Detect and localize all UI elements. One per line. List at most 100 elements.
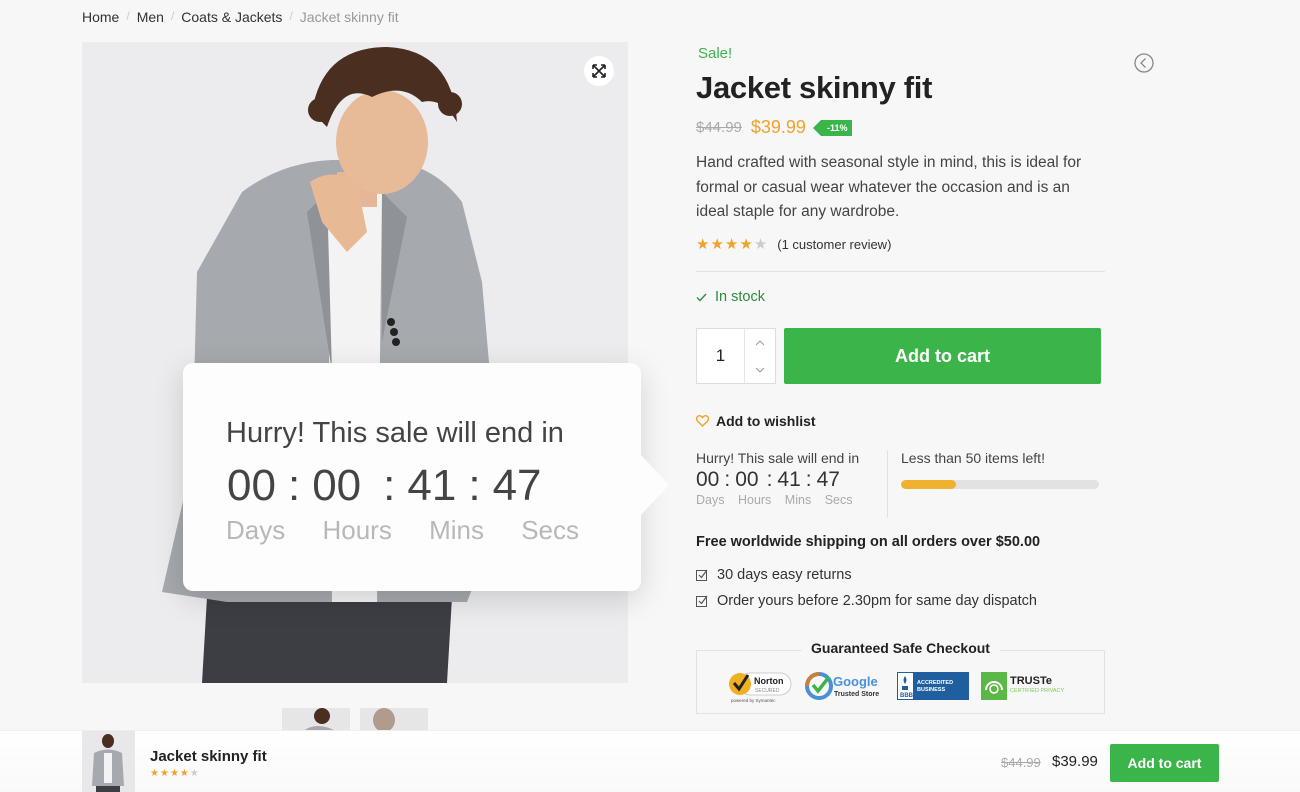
thumbnail-2[interactable] [360, 708, 428, 732]
zoom-button[interactable] [584, 56, 614, 86]
expand-icon [592, 64, 606, 78]
popup-days: 00 [227, 461, 276, 510]
sticky-original-price: $44.99 [1001, 755, 1041, 770]
sticky-add-to-cart-button[interactable]: Add to cart [1110, 744, 1219, 782]
countdown-label-secs: Secs [824, 493, 853, 507]
truste-certified-badge: TRUSTe CERTIFIED PRIVACY [981, 672, 1065, 700]
star-empty-icon: ★ [753, 236, 768, 253]
countdown-labels: Days Hours Mins Secs [696, 493, 886, 507]
shipping-headline: Free worldwide shipping on all orders ov… [696, 534, 1041, 550]
add-to-wishlist-link[interactable]: Add to wishlist [696, 413, 816, 429]
popup-label-days: Days [226, 515, 286, 545]
popup-title: Hurry! This sale will end in [226, 417, 564, 449]
star-filled-icon: ★ [169, 768, 179, 779]
stock-status: In stock [696, 289, 765, 305]
thumbnail-1[interactable] [282, 708, 350, 732]
popup-separator: : [468, 461, 481, 510]
sale-label: Sale! [698, 45, 733, 62]
product-title: Jacket skinny fit [696, 70, 933, 105]
svg-text:TRUSTe: TRUSTe [1010, 675, 1052, 687]
sticky-sale-price: $39.99 [1052, 753, 1098, 770]
google-trusted-store-badge: Google Trusted Store [805, 672, 879, 700]
star-filled-icon: ★ [159, 768, 169, 779]
star-filled-icon: ★ [724, 236, 739, 253]
popup-separator: : [383, 461, 396, 510]
thumbnail-image [282, 708, 350, 732]
gallery-thumbnails [282, 708, 428, 732]
countdown-secs: 47 [816, 468, 840, 491]
svg-text:SECURED: SECURED [755, 688, 780, 694]
countdown-separator: : [766, 468, 773, 491]
checkbox-icon [696, 595, 708, 607]
star-filled-icon: ★ [179, 768, 189, 779]
popup-label-secs: Secs [521, 515, 580, 545]
breadcrumb-separator: / [289, 9, 293, 23]
svg-text:BUSINESS: BUSINESS [917, 687, 945, 693]
popup-secs: 47 [492, 461, 542, 510]
sticky-product-image [82, 731, 135, 792]
product-description: Hand crafted with seasonal style in mind… [696, 154, 1082, 220]
heart-icon [696, 415, 709, 427]
wishlist-label: Add to wishlist [716, 413, 816, 429]
chevron-down-icon [755, 367, 765, 373]
discount-badge: -11% [813, 119, 853, 136]
breadcrumb-men[interactable]: Men [137, 9, 164, 25]
original-price: $44.99 [696, 119, 742, 136]
quantity-increase-button[interactable] [745, 329, 775, 356]
sticky-add-to-cart-bar: Jacket skinny fit ★ ★ ★ ★ ★ $44.99 $39.99 Ad… [0, 730, 1300, 792]
countdown-hours: 00 [735, 468, 759, 491]
star-filled-icon: ★ [710, 236, 724, 253]
stock-status-text: In stock [715, 289, 765, 305]
chevron-up-icon [755, 339, 765, 345]
svg-text:Trusted Store: Trusted Store [834, 691, 879, 698]
bbb-accredited-badge: BBB ACCREDITED BUSINESS [897, 672, 969, 700]
sale-price: $39.99 [750, 117, 806, 137]
countdown-label-mins: Mins [784, 493, 812, 507]
countdown-label-days: Days [696, 493, 725, 507]
stock-progress-bar [901, 480, 1099, 489]
popup-countdown-labels: Days Hours Mins Secs [226, 515, 579, 546]
previous-product-icon[interactable] [1134, 53, 1154, 73]
stock-meter: Less than 50 items left! [901, 450, 1101, 489]
quantity-input[interactable]: 1 [697, 329, 745, 383]
star-filled-icon: ★ [739, 236, 753, 253]
sticky-product-title: Jacket skinny fit [150, 748, 267, 765]
popup-mins: 41 [407, 461, 457, 510]
countdown-separator: : [805, 468, 812, 491]
safe-checkout-box: Guaranteed Safe Checkout Norton SECURED … [696, 640, 1105, 714]
svg-text:Norton: Norton [754, 676, 784, 686]
checkmark-icon [696, 293, 707, 302]
sale-countdown-popup: Hurry! This sale will end in 00 : 00 : 4… [183, 363, 669, 591]
breadcrumb: Home / Men / Coats & Jackets / Jacket sk… [82, 9, 399, 25]
add-to-cart-button[interactable]: Add to cart [784, 328, 1101, 384]
svg-text:ACCREDITED: ACCREDITED [917, 680, 953, 686]
breadcrumb-coats-jackets[interactable]: Coats & Jackets [181, 9, 282, 25]
perk-item: Order yours before 2.30pm for same day d… [696, 593, 1037, 609]
customer-review-link[interactable]: (1 customer review) [777, 237, 891, 252]
svg-text:Google: Google [833, 674, 878, 689]
countdown-values: 00:00:41:47 [696, 468, 886, 492]
quantity-decrease-button[interactable] [745, 356, 775, 383]
popup-label-hours: Hours [322, 515, 392, 545]
breadcrumb-separator: / [170, 9, 175, 23]
price-row: $44.99 $39.99 -11% [696, 117, 853, 138]
stock-meter-text: Less than 50 items left! [901, 450, 1045, 466]
svg-text:powered by Symantec: powered by Symantec [731, 698, 776, 703]
perk-item: 30 days easy returns [696, 567, 852, 583]
thumbnail-image [360, 708, 428, 732]
countdown-title: Hurry! This sale will end in [696, 450, 860, 466]
sticky-star-rating: ★ ★ ★ ★ ★ [150, 768, 199, 779]
sticky-product-thumbnail [82, 731, 135, 792]
star-filled-icon: ★ [150, 768, 159, 779]
quantity-stepper[interactable]: 1 [696, 328, 776, 384]
breadcrumb-home[interactable]: Home [82, 9, 119, 25]
countdown-label-hours: Hours [737, 493, 772, 507]
breadcrumb-current: Jacket skinny fit [299, 9, 399, 25]
perk-text: Order yours before 2.30pm for same day d… [717, 593, 1037, 609]
star-empty-icon: ★ [189, 768, 199, 779]
countdown-days: 00 [696, 468, 720, 491]
perk-text: 30 days easy returns [717, 567, 852, 583]
popup-hours: 00 [312, 461, 362, 510]
sale-countdown: Hurry! This sale will end in 00:00:41:47… [696, 450, 886, 507]
norton-secured-badge: Norton SECURED powered by Symantec [729, 672, 792, 703]
